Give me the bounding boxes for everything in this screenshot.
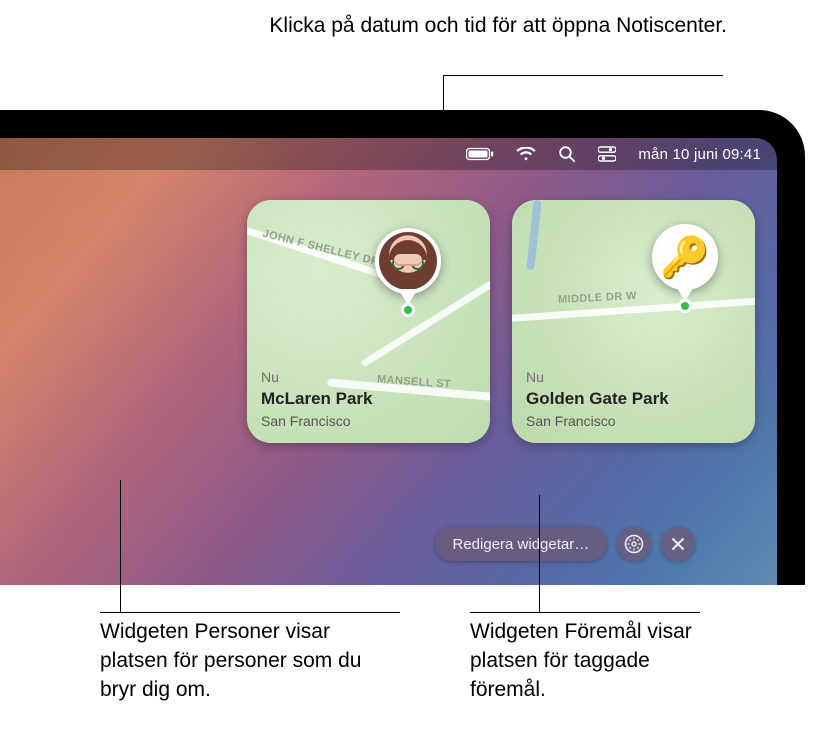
- callout-leader: [443, 75, 723, 76]
- widget-location-city: San Francisco: [261, 413, 373, 429]
- edit-widgets-label: Redigera widgetar…: [453, 536, 590, 553]
- callout-top: Klicka på datum och tid för att öppna No…: [0, 12, 727, 40]
- widget-location-city: San Francisco: [526, 413, 669, 429]
- callout-bottom-right: Widgeten Föremål visar platsen för tagga…: [470, 618, 700, 705]
- callout-leader: [100, 612, 400, 613]
- widget-items[interactable]: MIDDLE DR W 🔑 Nu Golden Gate Park San Fr…: [512, 200, 755, 443]
- battery-icon[interactable]: [466, 147, 494, 161]
- callout-leader: [470, 612, 700, 613]
- map-pin-item[interactable]: 🔑: [652, 224, 718, 290]
- close-icon: [670, 536, 686, 552]
- widget-now-label: Nu: [526, 369, 669, 385]
- widget-location-title: Golden Gate Park: [526, 389, 669, 409]
- widget-now-label: Nu: [261, 369, 373, 385]
- callout-top-text: Klicka på datum och tid för att öppna No…: [269, 14, 727, 37]
- widget-location-title: McLaren Park: [261, 389, 373, 409]
- edit-widgets-button[interactable]: Redigera widgetar…: [435, 527, 608, 561]
- search-icon[interactable]: [558, 145, 576, 163]
- widget-edit-bar: Redigera widgetar…: [435, 527, 696, 561]
- map-pin-person[interactable]: [375, 228, 441, 294]
- desktop-screen: mån 10 juni 09:41 JOHN F SHELLEY DR MANS…: [0, 138, 777, 585]
- callout-bottom-left-text: Widgeten Personer visar platsen för pers…: [100, 620, 361, 701]
- callout-bottom-left: Widgeten Personer visar platsen för pers…: [100, 618, 400, 705]
- widget-settings-button[interactable]: [617, 527, 651, 561]
- menubar: mån 10 juni 09:41: [0, 138, 777, 170]
- widget-people[interactable]: JOHN F SHELLEY DR MANSELL ST Nu McLaren …: [247, 200, 490, 443]
- widget-area: JOHN F SHELLEY DR MANSELL ST Nu McLaren …: [247, 200, 755, 443]
- pin-tip-icon: [678, 299, 692, 313]
- gear-badge-icon: [624, 534, 644, 554]
- control-center-icon[interactable]: [598, 146, 616, 162]
- widget-info: Nu Golden Gate Park San Francisco: [526, 369, 669, 429]
- wifi-icon[interactable]: [516, 147, 536, 162]
- menubar-datetime[interactable]: mån 10 juni 09:41: [638, 146, 761, 163]
- widget-close-button[interactable]: [661, 527, 695, 561]
- callout-leader: [120, 480, 121, 612]
- widget-info: Nu McLaren Park San Francisco: [261, 369, 373, 429]
- callout-leader: [539, 495, 540, 612]
- key-icon: 🔑: [660, 234, 710, 281]
- avatar-icon: [379, 232, 437, 290]
- pin-tip-icon: [401, 303, 415, 317]
- callout-bottom-right-text: Widgeten Föremål visar platsen för tagga…: [470, 620, 692, 701]
